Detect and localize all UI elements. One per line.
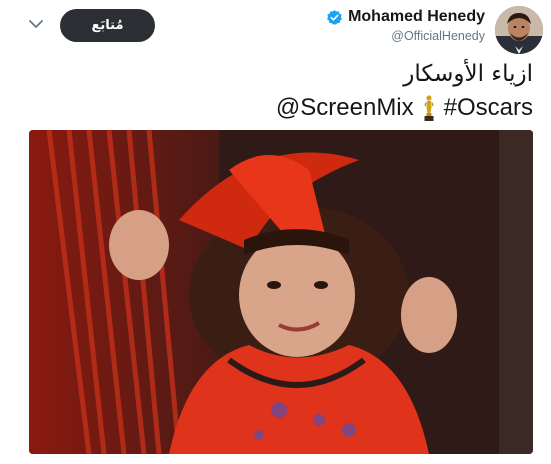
display-name[interactable]: Mohamed Henedy xyxy=(348,8,485,26)
tweet-header: مُتابَع Mohamed Henedy @OfficialHenedy xyxy=(0,0,551,60)
verified-badge-icon xyxy=(326,9,343,26)
tweet-image[interactable] xyxy=(29,130,533,454)
tweet-text-line: ازياء الأوسكار xyxy=(403,61,533,87)
tweet-card: مُتابَع Mohamed Henedy @OfficialHenedy ا… xyxy=(0,0,551,464)
chevron-down-icon[interactable] xyxy=(26,14,46,34)
mention-link[interactable]: @ScreenMix xyxy=(276,91,414,124)
tweet-text: ازياء الأوسكار @ScreenMix #Oscars xyxy=(276,58,533,124)
tweet-text-line: @ScreenMix #Oscars xyxy=(276,91,533,124)
avatar[interactable] xyxy=(495,6,543,54)
hashtag-link[interactable]: #Oscars xyxy=(444,91,533,124)
oscar-statuette-icon xyxy=(422,94,436,122)
user-handle[interactable]: @OfficialHenedy xyxy=(326,29,485,43)
following-button[interactable]: مُتابَع xyxy=(60,9,155,42)
user-info: Mohamed Henedy @OfficialHenedy xyxy=(326,6,485,43)
name-row: Mohamed Henedy xyxy=(326,6,485,28)
